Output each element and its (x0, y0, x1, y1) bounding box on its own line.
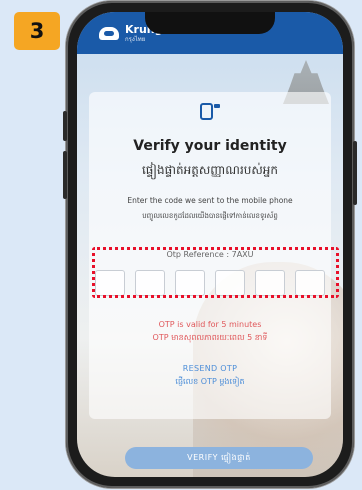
volume-down-button (63, 151, 67, 199)
otp-hint-khmer: បញ្ចូលលេខកូដដែលយើងបានផ្ញើទៅកាន់លេខទូរស័ព… (142, 212, 278, 220)
resend-otp-link-khmer[interactable]: ផ្ញើលេខ OTP ម្តងទៀត (89, 376, 331, 388)
otp-hint: Enter the code we sent to the mobile pho… (127, 196, 293, 205)
otp-validity-text: OTP is valid for 5 minutes (158, 320, 262, 329)
volume-up-button (63, 111, 67, 141)
power-button (353, 141, 357, 205)
step-number-badge: 3 (14, 12, 60, 50)
krungthai-logo-icon (99, 26, 119, 40)
page-title: Verify your identity (133, 138, 287, 154)
phone-notch (145, 12, 275, 34)
mobile-phone-icon (200, 103, 220, 120)
phone-frame: Krungthai กรุงไทย Verify your identity ផ… (63, 1, 357, 488)
verify-button[interactable]: VERIFY ផ្ទៀងផ្ទាត់ (125, 447, 313, 469)
otp-input-highlight (92, 247, 339, 298)
phone-screen: Krungthai กรุงไทย Verify your identity ផ… (77, 12, 343, 477)
resend-otp-link[interactable]: RESEND OTP (89, 364, 331, 373)
page-title-khmer: ផ្ទៀងផ្ទាត់អត្តសញ្ញាណរបស់អ្នក (141, 163, 279, 177)
otp-validity-text-khmer: OTP មានសុពលភាពរយៈពេល 5 នាទី (152, 333, 268, 342)
brand-subtitle: กรุงไทย (125, 35, 146, 43)
